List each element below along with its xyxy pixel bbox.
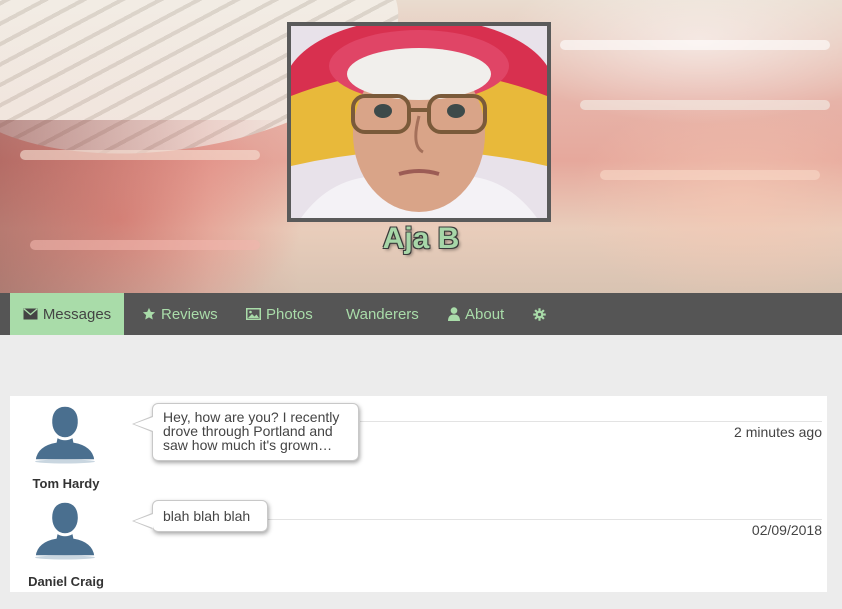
message-timestamp: 2 minutes ago (734, 424, 822, 440)
tab-reviews[interactable]: Reviews (142, 293, 218, 335)
tab-messages-label: Messages (42, 305, 112, 323)
star-icon (142, 307, 156, 320)
tab-photos[interactable]: Photos (246, 293, 313, 335)
tab-messages[interactable]: Messages (10, 293, 124, 335)
message-divider (360, 421, 822, 422)
banner-decor-streak (600, 170, 820, 180)
sender-name[interactable]: Daniel Craig (10, 574, 122, 589)
tab-about[interactable]: About (448, 293, 504, 335)
sender-name[interactable]: Tom Hardy (10, 476, 122, 491)
banner-decor-streak (580, 100, 830, 110)
message-bubble[interactable]: blah blah blah (132, 500, 268, 532)
tab-wanderers-label: Wanderers (346, 305, 419, 323)
gear-icon (533, 307, 546, 321)
messages-panel: Tom Hardy Hey, how are you? I recently d… (10, 396, 827, 592)
profile-banner: Aja B (0, 0, 842, 293)
user-icon (448, 307, 460, 321)
banner-decor-shade (0, 120, 300, 293)
profile-name: Aja B (382, 222, 460, 255)
tab-photos-label: Photos (266, 305, 313, 323)
message-preview: Hey, how are you? I recently drove throu… (163, 409, 340, 453)
profile-photo-image (291, 26, 547, 218)
message-row[interactable]: Tom Hardy Hey, how are you? I recently d… (10, 396, 827, 494)
image-icon (246, 308, 261, 320)
profile-photo[interactable] (287, 22, 551, 222)
banner-decor-streak (560, 40, 830, 50)
message-bubble[interactable]: Hey, how are you? I recently drove throu… (132, 403, 359, 461)
default-avatar-icon (34, 501, 96, 560)
profile-tabbar: Messages Reviews Photos Wanderers About (0, 293, 842, 335)
tab-settings[interactable] (533, 293, 546, 335)
message-timestamp: 02/09/2018 (751, 522, 822, 538)
banner-decor-streak (20, 150, 260, 160)
envelope-icon (23, 308, 38, 320)
message-divider (268, 519, 822, 520)
tab-reviews-label: Reviews (161, 305, 218, 323)
message-preview: blah blah blah (163, 508, 251, 524)
message-row[interactable]: Daniel Craig blah blah blah 02/09/2018 (10, 494, 827, 592)
tab-wanderers[interactable]: Wanderers (346, 293, 419, 335)
tab-about-label: About (465, 305, 505, 323)
default-avatar-icon (34, 405, 96, 464)
